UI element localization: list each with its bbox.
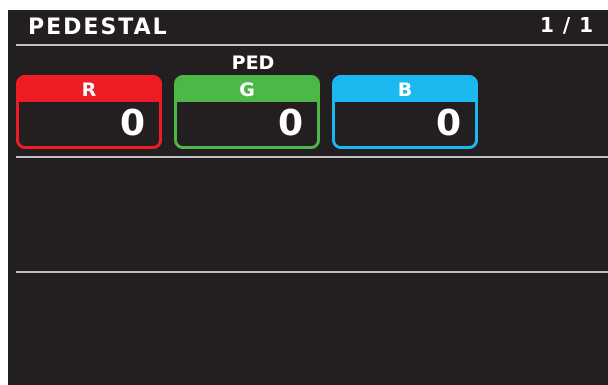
page-indicator: 1 / 1 xyxy=(539,13,594,37)
param-g-value: 0 xyxy=(277,103,303,144)
header: PEDESTAL 1 / 1 xyxy=(8,10,608,46)
section-divider xyxy=(16,271,608,273)
header-divider xyxy=(16,44,608,46)
param-r-control[interactable]: R 0 xyxy=(16,75,162,149)
page-title: PEDESTAL xyxy=(28,15,169,40)
param-g-control[interactable]: G 0 xyxy=(174,75,320,149)
pedestal-screen: PEDESTAL 1 / 1 PED R 0 G 0 B 0 xyxy=(8,10,608,385)
param-b-label: B xyxy=(335,78,475,102)
param-b-control[interactable]: B 0 xyxy=(332,75,478,149)
section-divider xyxy=(16,156,608,158)
param-r-value: 0 xyxy=(119,103,145,144)
param-r-label: R xyxy=(19,78,159,102)
group-label-ped: PED xyxy=(231,52,275,74)
param-b-value: 0 xyxy=(435,103,461,144)
param-g-label: G xyxy=(177,78,317,102)
